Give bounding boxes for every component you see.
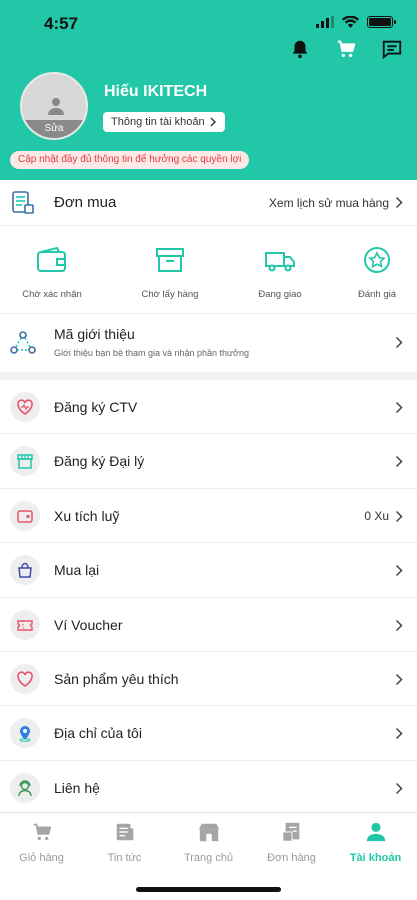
bottom-navigation: Giỏ hàng Tin tức Trang chủ Đơn hàng Tài … <box>0 812 417 900</box>
heart-register-icon <box>10 392 40 422</box>
menu-item-label: Ví Voucher <box>54 616 123 633</box>
menu-item-label: Xu tích luỹ <box>54 507 120 524</box>
menu-item-label: Đăng ký CTV <box>54 399 138 415</box>
user-placeholder-icon <box>48 98 64 115</box>
box-icon <box>156 248 184 272</box>
store-icon <box>10 446 40 477</box>
referral-subtitle: Giới thiệu bạn bè tham gia và nhận phần … <box>54 348 249 358</box>
bell-icon[interactable] <box>289 38 311 60</box>
menu-item-register-ctv[interactable]: Đăng ký CTV <box>0 380 417 435</box>
location-pin-icon <box>10 718 40 749</box>
heart-icon <box>10 663 40 694</box>
status-icons <box>316 16 396 28</box>
status-shipping[interactable]: Đang giao <box>240 246 320 300</box>
nav-account[interactable]: Tài khoản <box>334 821 417 864</box>
update-profile-notice[interactable]: Cập nhật đầy đủ thông tin để hưởng các q… <box>10 151 250 169</box>
status-label: Đang giao <box>258 289 302 300</box>
nav-label: Tin tức <box>107 852 142 864</box>
bag-icon <box>10 555 40 586</box>
nav-home[interactable]: Trang chủ <box>167 821 250 864</box>
nav-label: Tài khoản <box>349 852 402 864</box>
menu-item-label: Địa chỉ của tôi <box>54 725 142 742</box>
avatar[interactable]: Sửa <box>20 72 88 140</box>
nav-label: Trang chủ <box>183 852 234 864</box>
menu-item-buy-again[interactable]: Mua lại <box>0 543 417 598</box>
account-icon <box>366 822 385 842</box>
menu-item-favorite-products[interactable]: Sản phẩm yêu thích <box>0 652 417 707</box>
orders-title: Đơn mua <box>54 194 117 211</box>
status-label: Chờ lấy hàng <box>141 289 199 300</box>
user-name: Hiếu IKITECH <box>104 83 208 100</box>
menu-item-register-agent[interactable]: Đăng ký Đại lý <box>0 434 417 489</box>
order-list-icon <box>12 191 34 214</box>
chat-icon[interactable] <box>381 38 403 60</box>
signal-icon <box>316 16 334 28</box>
status-pending-confirmation[interactable]: Chờ xác nhận <box>12 246 92 300</box>
header-actions <box>289 38 403 60</box>
coin-wallet-icon <box>10 500 40 531</box>
truck-icon <box>265 252 295 272</box>
menu-item-voucher-wallet[interactable]: Ví Voucher <box>0 598 417 652</box>
menu-item-label: Liên hệ <box>54 779 100 796</box>
referral-network-icon <box>10 331 36 354</box>
nav-label: Giỏ hàng <box>19 852 64 864</box>
order-status-bar: Chờ xác nhận Chờ lấy hàng Đang giao Đánh… <box>0 226 417 314</box>
nav-orders[interactable]: Đơn hàng <box>250 821 333 864</box>
nav-label: Đơn hàng <box>267 852 316 864</box>
home-indicator <box>136 887 281 892</box>
chevron-right-icon <box>210 117 216 127</box>
status-awaiting-pickup[interactable]: Chờ lấy hàng <box>130 246 210 300</box>
referral-row[interactable]: Mã giới thiệu Giới thiệu bạn bè tham gia… <box>0 314 417 372</box>
order-history-link[interactable]: Xem lịch sử mua hàng <box>269 196 389 210</box>
status-review[interactable]: Đánh giá <box>337 246 417 300</box>
orders-row[interactable]: Đơn mua Xem lịch sử mua hàng <box>0 180 417 226</box>
menu-item-label: Đăng ký Đại lý <box>54 453 145 470</box>
referral-title: Mã giới thiệu <box>54 326 135 342</box>
account-info-button[interactable]: Thông tin tài khoản <box>103 112 225 132</box>
status-label: Đánh giá <box>357 289 397 300</box>
chevron-right-icon <box>395 336 403 349</box>
voucher-icon <box>10 609 40 640</box>
cart-icon[interactable] <box>335 38 357 60</box>
status-bar: 4:57 <box>0 12 417 36</box>
menu-item-label: Sản phẩm yêu thích <box>54 670 179 687</box>
support-agent-icon <box>10 772 40 803</box>
menu-item-contact[interactable]: Liên hệ <box>0 761 417 815</box>
news-icon <box>116 823 133 841</box>
shop-icon <box>198 823 219 842</box>
menu-item-label: Mua lại <box>54 562 100 579</box>
menu-list: Đăng ký CTV Đăng ký Đại lý Xu tích luỹ 0… <box>0 380 417 812</box>
chevron-right-icon <box>395 728 403 740</box>
account-info-label: Thông tin tài khoản <box>111 116 205 128</box>
chevron-right-icon <box>395 456 403 468</box>
orders-panel: Đơn mua Xem lịch sử mua hàng Chờ xác nhậ… <box>0 180 417 372</box>
coin-balance: 0 Xu <box>364 508 389 523</box>
chevron-right-icon <box>395 510 403 522</box>
status-time: 4:57 <box>44 14 79 33</box>
status-label: Chờ xác nhận <box>22 289 82 300</box>
nav-cart[interactable]: Giỏ hàng <box>0 821 83 864</box>
wallet-icon <box>37 246 66 272</box>
wifi-icon <box>342 16 359 28</box>
battery-icon <box>367 16 396 28</box>
chevron-right-icon <box>395 673 403 685</box>
chevron-right-icon <box>395 619 403 631</box>
avatar-edit-button[interactable]: Sửa <box>22 120 86 138</box>
cart-icon <box>33 823 51 841</box>
chevron-right-icon <box>395 196 403 209</box>
profile-header: 4:57 Sửa Hiếu IKITECH Thông tin tài khoả… <box>0 0 417 180</box>
nav-news[interactable]: Tin tức <box>83 821 166 864</box>
orders-icon <box>281 822 299 842</box>
chevron-right-icon <box>395 782 403 794</box>
menu-item-my-address[interactable]: Địa chỉ của tôi <box>0 706 417 761</box>
chevron-right-icon <box>395 401 403 414</box>
chevron-right-icon <box>395 565 403 577</box>
menu-item-accumulated-coins[interactable]: Xu tích luỹ 0 Xu <box>0 489 417 544</box>
star-icon <box>364 247 390 273</box>
